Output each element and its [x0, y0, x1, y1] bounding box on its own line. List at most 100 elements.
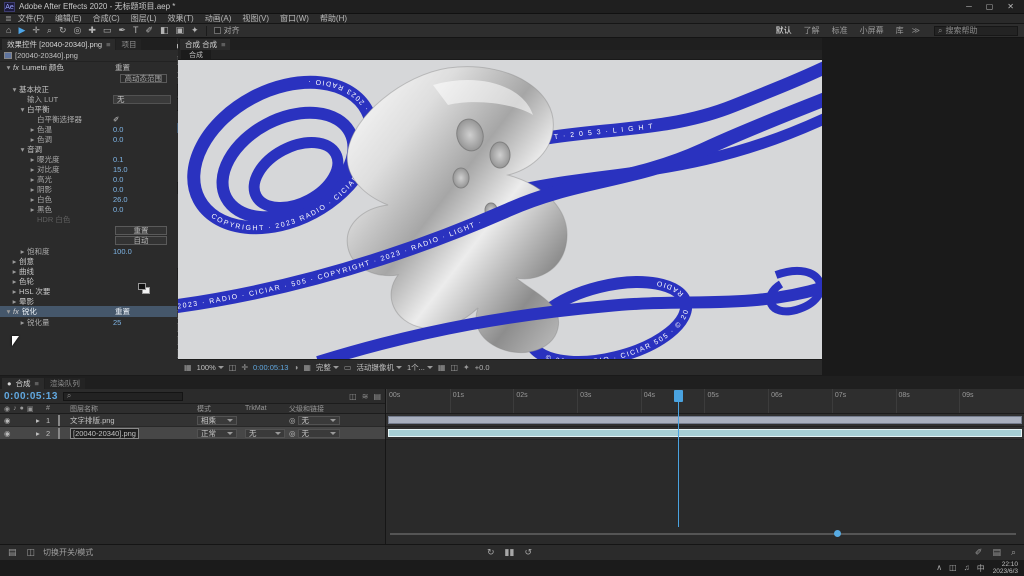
effect-property-row[interactable]: ▸ 阴影 0.0	[0, 184, 177, 194]
blend-mode-dropdown[interactable]: 相乘	[197, 416, 237, 425]
menu-item[interactable]: 窗口(W)	[280, 13, 309, 24]
property-value[interactable]: 无	[113, 95, 171, 104]
view-layout-dropdown[interactable]: 1个...	[407, 362, 433, 373]
twirl-icon[interactable]: ▾	[4, 63, 13, 72]
property-value[interactable]: 25	[113, 318, 171, 327]
property-value[interactable]: 26.0	[113, 195, 171, 204]
effect-property-row[interactable]: ▸ 对比度 15.0	[0, 164, 177, 174]
effect-header-sharpen[interactable]: ▾ fx 锐化 重置	[0, 306, 177, 317]
property-value[interactable]: 0.0	[113, 175, 171, 184]
menu-item[interactable]: 帮助(H)	[320, 13, 347, 24]
footer-tool-icon[interactable]: ▤	[992, 547, 1001, 558]
toggle-switches-modes-button[interactable]: 切换开关/模式	[43, 547, 93, 558]
tab-render-queue[interactable]: 渲染队列	[45, 378, 85, 389]
tool-icon[interactable]: ▭	[103, 25, 112, 36]
timeline-option-icon[interactable]: ≋	[362, 392, 369, 401]
twirl-icon[interactable]: ▸	[28, 125, 37, 134]
layer-name[interactable]: 文字排版.png	[70, 415, 197, 426]
twirl-icon[interactable]: ▸	[10, 277, 19, 286]
parent-dropdown[interactable]: 无	[298, 429, 340, 438]
tray-icon[interactable]: ♫	[964, 563, 970, 574]
tool-icon[interactable]: ✛	[32, 25, 40, 36]
menu-item[interactable]: 动画(A)	[205, 13, 232, 24]
menu-item[interactable]: 合成(C)	[93, 13, 120, 24]
tool-icon[interactable]: ▶	[18, 25, 25, 36]
hdr-button[interactable]: 高动态范围	[120, 74, 168, 83]
tray-icon[interactable]: ∧	[936, 563, 942, 574]
property-value[interactable]: 0.1	[113, 155, 171, 164]
twirl-icon[interactable]: ▸	[10, 287, 19, 296]
layer-row[interactable]: ◉ ▸ 2 [20040-20340].png 正常 无 ◎ 无	[0, 427, 385, 440]
reset-link[interactable]: 重置	[115, 62, 173, 73]
exposure-icon[interactable]: ✦	[463, 363, 470, 372]
tool-icon[interactable]: T	[133, 25, 139, 36]
safe-margins-icon[interactable]: ◫	[229, 363, 237, 372]
snapshot-icon[interactable]: ◑	[293, 363, 298, 372]
comp-mini-tab[interactable]: 合成	[181, 50, 211, 59]
twirl-icon[interactable]: ▾	[18, 145, 27, 154]
pixel-aspect-icon[interactable]: ▦	[438, 363, 446, 372]
tray-icon[interactable]: ◫	[949, 563, 957, 574]
twirl-icon[interactable]: ▸	[10, 257, 19, 266]
time-navigator[interactable]	[390, 533, 1016, 535]
workspace-overflow-button[interactable]: ≫	[912, 26, 920, 35]
auto-button[interactable]: 自动	[115, 236, 167, 245]
layer-duration-bar-selected[interactable]	[388, 429, 1022, 437]
layer-track[interactable]	[386, 414, 1024, 427]
tab-effect-controls[interactable]: 效果控件 [20040-20340].png ≡	[2, 39, 115, 50]
camera-dropdown[interactable]: 活动摄像机	[356, 362, 402, 373]
twirl-icon[interactable]: ▸	[28, 155, 37, 164]
effect-property-row[interactable]: ▸ 晕影	[0, 296, 177, 306]
effect-property-row[interactable]: ▸ 色调 0.0	[0, 134, 177, 144]
resolution-dropdown[interactable]: 完整	[316, 362, 339, 373]
exposure-value[interactable]: +0.0	[475, 363, 490, 372]
tab-composition-viewer[interactable]: 合成 合成 ≡	[180, 39, 230, 50]
tab-timeline-composition[interactable]: ● 合成 ≡	[2, 378, 44, 389]
magnifier-menu-icon[interactable]: ▦	[184, 363, 192, 372]
property-value[interactable]: 0.0	[113, 125, 171, 134]
property-value[interactable]: 0.0	[113, 205, 171, 214]
panel-menu-icon[interactable]: ≡	[35, 379, 39, 388]
effect-property-row[interactable]: ▸ 黑色 0.0	[0, 204, 177, 214]
effect-property-row[interactable]: ▾ 基本校正	[0, 84, 177, 94]
footer-icon[interactable]: ▤	[8, 547, 17, 558]
twirl-icon[interactable]: ▸	[28, 175, 37, 184]
time-ruler[interactable]: 00s01s02s03s04s05s06s07s08s09s	[386, 389, 1024, 414]
composition-canvas[interactable]: COPYRIGHT · 2023 RADIO · CICIAR · COPYRI…	[178, 60, 822, 359]
twirl-icon[interactable]: ▸	[28, 165, 37, 174]
property-value[interactable]: 0.0	[113, 185, 171, 194]
workspace-tab[interactable]: 标准	[832, 25, 848, 36]
footer-tool-icon[interactable]: ✐	[975, 547, 983, 558]
twirl-icon[interactable]: ▸	[28, 205, 37, 214]
tab-project[interactable]: 项目	[116, 39, 141, 50]
twirl-icon[interactable]: ▾	[10, 85, 19, 94]
snap-checkbox[interactable]: 对齐	[214, 25, 240, 36]
twirl-icon[interactable]: ▸	[28, 185, 37, 194]
tool-icon[interactable]: ⌕	[47, 25, 52, 36]
timeline-option-icon[interactable]: ◫	[349, 392, 357, 401]
twirl-icon[interactable]: ▾	[4, 307, 13, 316]
navigator-thumb[interactable]	[834, 530, 841, 537]
reset-button[interactable]: 重置	[115, 226, 167, 235]
effect-property-row[interactable]: ▸ 白色 26.0	[0, 194, 177, 204]
menu-item[interactable]: 文件(F)	[18, 13, 44, 24]
workspace-tab[interactable]: 默认	[776, 25, 792, 36]
twirl-icon[interactable]: ▸	[10, 297, 19, 306]
workspace-tab[interactable]: 库	[896, 25, 904, 36]
workspace-tab[interactable]: 小屏幕	[860, 25, 884, 36]
effect-property-row[interactable]: ▸ 创意	[0, 256, 177, 266]
twirl-icon[interactable]: ▾	[18, 105, 27, 114]
menu-item[interactable]: 效果(T)	[167, 13, 193, 24]
tool-icon[interactable]: ✚	[88, 25, 96, 36]
maximize-button[interactable]: ▢	[986, 2, 994, 11]
layer-search-input[interactable]: ⌕	[63, 392, 183, 401]
property-value[interactable]: 0.0	[113, 135, 171, 144]
tool-icon[interactable]: ▣	[176, 25, 185, 36]
effect-property-row[interactable]: ▾ 音调	[0, 144, 177, 154]
effect-property-row[interactable]: ▸ 曝光度 0.1	[0, 154, 177, 164]
twirl-icon[interactable]: ▸	[18, 247, 27, 256]
playhead-handle[interactable]	[674, 390, 683, 402]
layer-row[interactable]: ◉ ▸ 1 文字排版.png 相乘 ◎ 无	[0, 414, 385, 427]
panel-menu-icon[interactable]: ≡	[106, 40, 110, 49]
pickwhip-icon[interactable]: ◎	[289, 416, 296, 425]
